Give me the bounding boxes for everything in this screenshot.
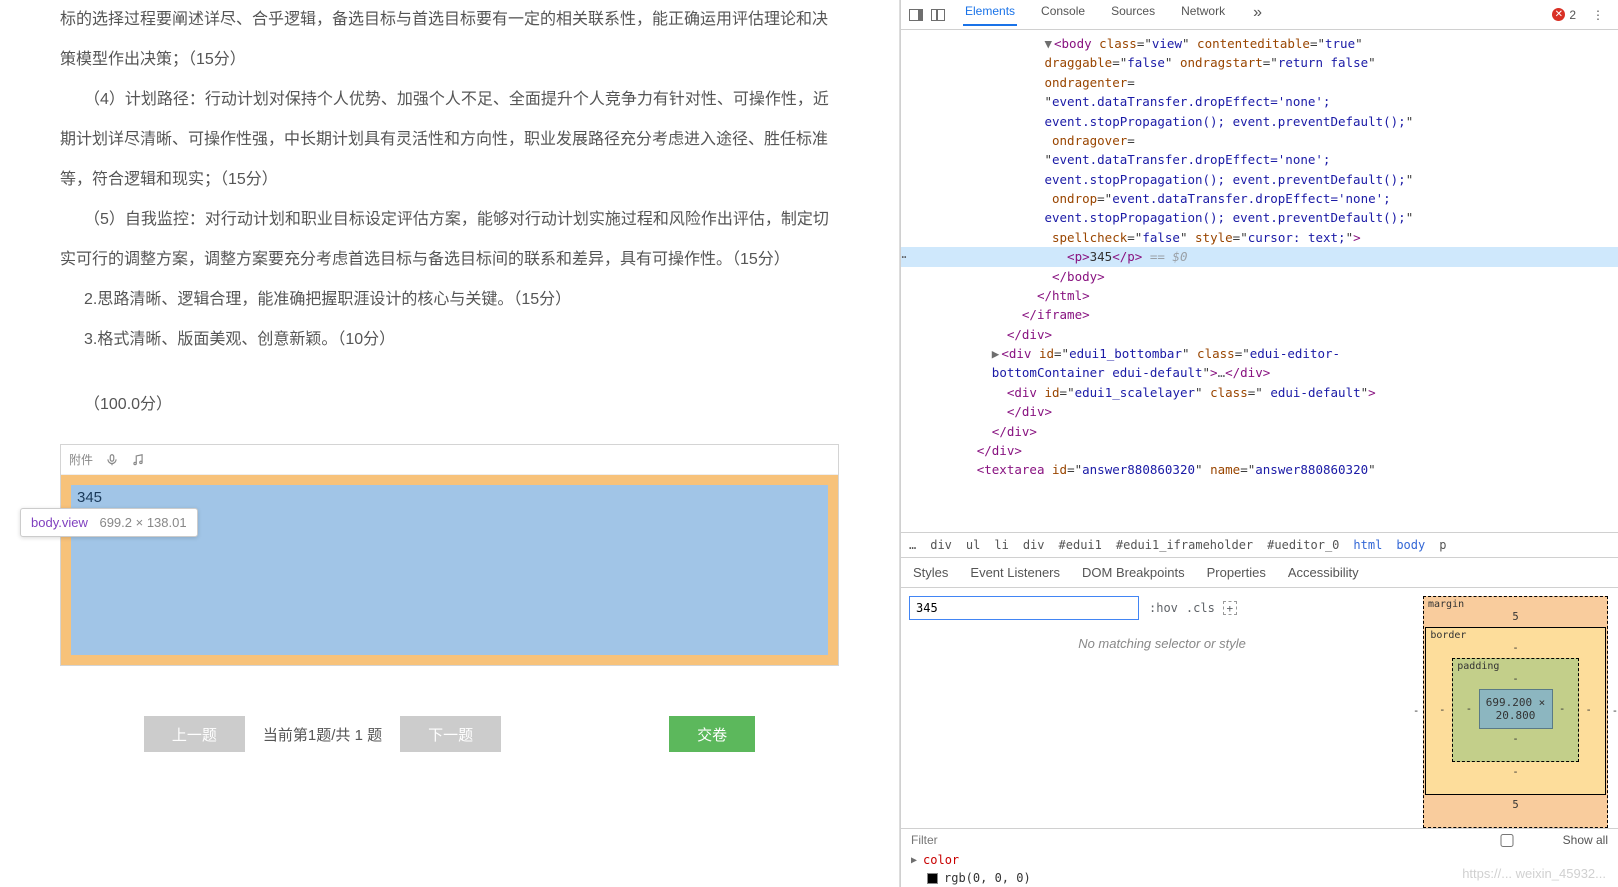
devtools-panel: Elements Console Sources Network » ✕ 2 ⋮…: [900, 0, 1618, 887]
show-all-checkbox[interactable]: [1457, 834, 1557, 847]
dom-breadcrumb[interactable]: … div ul li div #edui1 #edui1_iframehold…: [901, 532, 1618, 558]
tooltip-selector: body.view: [31, 515, 88, 530]
para-6: 2.思路清晰、逻辑合理，能准确把握职涯设计的核心与关键。（15分）: [60, 280, 839, 320]
styles-pane: :hov .cls + No matching selector or styl…: [901, 588, 1423, 828]
dom-tree[interactable]: ▼<body class="view" contenteditable="tru…: [901, 30, 1618, 532]
hov-toggle[interactable]: :hov: [1149, 601, 1178, 615]
question-body: 标的选择过程要阐述详尽、合乎逻辑，备选目标与首选目标要有一定的相关联系性，能正确…: [60, 0, 839, 360]
error-count: 2: [1569, 8, 1576, 22]
box-model: margin 5 - border - - padding -: [1423, 596, 1608, 828]
bm-margin-bottom[interactable]: 5: [1436, 799, 1595, 811]
bm-border-left[interactable]: -: [1438, 704, 1446, 716]
page-content-pane[interactable]: 标的选择过程要阐述详尽、合乎逻辑，备选目标与首选目标要有一定的相关联系性，能正确…: [0, 0, 900, 887]
next-button[interactable]: 下一题: [400, 716, 501, 752]
computed-filter-input[interactable]: [911, 833, 1011, 847]
bm-margin-left[interactable]: -: [1413, 705, 1419, 717]
toolbar-attachment-label[interactable]: 附件: [69, 451, 93, 468]
bc-item[interactable]: ul: [966, 538, 980, 552]
rich-text-editor: 附件 345: [60, 444, 839, 666]
bc-item[interactable]: div: [1023, 538, 1045, 552]
bc-item[interactable]: #edui1_iframeholder: [1116, 538, 1253, 552]
tabs-overflow-icon[interactable]: »: [1249, 4, 1266, 26]
editor-toolbar: 附件: [61, 445, 838, 475]
question-position: 当前第1题/共 1 题: [263, 724, 382, 745]
new-style-rule-icon[interactable]: +: [1223, 601, 1237, 615]
element-hover-tooltip: body.view 699.2 × 138.01: [20, 508, 198, 537]
stab-event-listeners[interactable]: Event Listeners: [970, 565, 1060, 580]
disclosure-icon[interactable]: ▶: [911, 855, 917, 866]
computed-pane: Show all ▶ color rgb(0, 0, 0): [901, 828, 1618, 887]
bm-margin-right[interactable]: -: [1612, 705, 1618, 717]
devtools-tabs: Elements Console Sources Network »: [963, 4, 1266, 26]
tab-console[interactable]: Console: [1039, 4, 1087, 26]
bc-item[interactable]: div: [930, 538, 952, 552]
error-badge[interactable]: ✕ 2: [1552, 8, 1576, 22]
bc-item[interactable]: body: [1396, 538, 1425, 552]
bm-border-top[interactable]: -: [1438, 642, 1592, 654]
bc-item[interactable]: #ueditor_0: [1267, 538, 1339, 552]
tab-elements[interactable]: Elements: [963, 4, 1017, 26]
devtools-topbar: Elements Console Sources Network » ✕ 2 ⋮: [901, 0, 1618, 30]
editor-body-highlight[interactable]: 345: [61, 475, 838, 665]
para-7: 3.格式清晰、版面美观、创意新颖。（10分）: [60, 320, 839, 360]
styles-subtabs: Styles Event Listeners DOM Breakpoints P…: [901, 558, 1618, 588]
bm-padding-bottom[interactable]: -: [1465, 733, 1565, 745]
mic-icon[interactable]: [105, 453, 119, 467]
tab-sources[interactable]: Sources: [1109, 4, 1157, 26]
para-4: （4）计划路径：行动计划对保持个人优势、加强个人不足、全面提升个人竞争力有针对性…: [60, 80, 839, 200]
error-icon: ✕: [1552, 8, 1565, 21]
device-toggle-icon[interactable]: [931, 9, 945, 21]
stab-styles[interactable]: Styles: [913, 565, 948, 580]
bm-padding-right[interactable]: -: [1559, 703, 1566, 715]
prop-value: rgb(0, 0, 0): [944, 871, 1031, 885]
prop-name: color: [923, 853, 959, 867]
bm-padding-top[interactable]: -: [1465, 673, 1565, 685]
question-nav: 上一题 当前第1题/共 1 题 下一题 交卷: [60, 686, 839, 792]
prev-button[interactable]: 上一题: [144, 716, 245, 752]
bm-border-right[interactable]: -: [1585, 704, 1593, 716]
color-swatch[interactable]: [927, 873, 938, 884]
devtools-menu-icon[interactable]: ⋮: [1586, 8, 1610, 22]
para-5: （5）自我监控：对行动计划和职业目标设定评估方案，能够对行动计划实施过程和风险作…: [60, 200, 839, 280]
inspect-icon[interactable]: [909, 9, 923, 21]
stab-properties[interactable]: Properties: [1207, 565, 1266, 580]
bc-item[interactable]: #edui1: [1059, 538, 1102, 552]
tab-network[interactable]: Network: [1179, 4, 1227, 26]
total-score: （100.0分）: [60, 390, 839, 414]
bm-padding-left[interactable]: -: [1465, 703, 1472, 715]
para-tail: 标的选择过程要阐述详尽、合乎逻辑，备选目标与首选目标要有一定的相关联系性，能正确…: [60, 0, 839, 80]
no-match-message: No matching selector or style: [909, 636, 1415, 651]
bc-overflow[interactable]: …: [909, 538, 916, 552]
bm-content-size[interactable]: 699.200 × 20.800: [1479, 689, 1553, 729]
styles-filter-input[interactable]: [909, 596, 1139, 620]
bm-margin-top[interactable]: 5: [1436, 611, 1595, 623]
music-icon[interactable]: [131, 453, 145, 467]
computed-color-row[interactable]: ▶ color: [901, 851, 1618, 869]
submit-button[interactable]: 交卷: [669, 716, 755, 752]
bm-border-bottom[interactable]: -: [1438, 766, 1592, 778]
bc-item-current[interactable]: p: [1439, 538, 1446, 552]
bm-border-label: border: [1430, 630, 1466, 641]
bm-margin-label: margin: [1428, 599, 1464, 610]
show-all-toggle[interactable]: Show all: [1457, 833, 1608, 847]
tooltip-dimensions: 699.2 × 138.01: [99, 515, 186, 530]
bm-padding-label: padding: [1457, 661, 1499, 672]
stab-accessibility[interactable]: Accessibility: [1288, 565, 1359, 580]
bc-item[interactable]: li: [994, 538, 1008, 552]
cls-toggle[interactable]: .cls: [1186, 601, 1215, 615]
stab-dom-breakpoints[interactable]: DOM Breakpoints: [1082, 565, 1185, 580]
bc-item[interactable]: html: [1353, 538, 1382, 552]
dom-selected-node[interactable]: <p>345</p> == $0: [901, 247, 1618, 266]
